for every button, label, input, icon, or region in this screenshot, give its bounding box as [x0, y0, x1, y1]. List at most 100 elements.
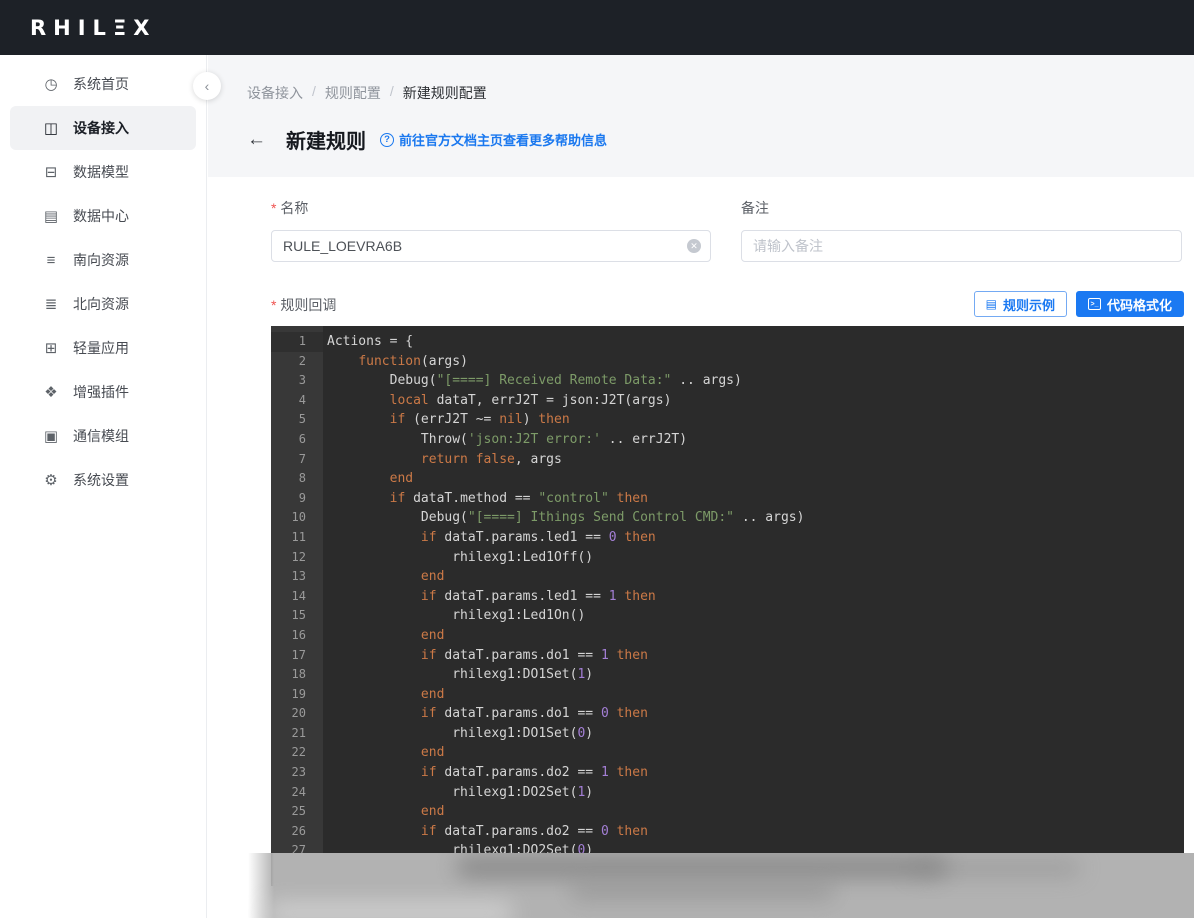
name-input-wrapper: ✕: [271, 230, 711, 262]
line-number: 21: [271, 724, 323, 744]
code-line: 19 end: [271, 685, 1184, 705]
code-line-content: end: [323, 469, 413, 489]
form-row: 名称 ✕ 备注: [271, 198, 1184, 262]
remark-input[interactable]: [753, 238, 1151, 254]
line-number: 17: [271, 646, 323, 666]
breadcrumb: 设备接入 / 规则配置 / 新建规则配置: [247, 83, 1194, 103]
terminal-icon: >_: [1088, 298, 1101, 310]
code-line: 22 end: [271, 743, 1184, 763]
sidebar-item-device-access[interactable]: ◫设备接入: [10, 106, 196, 150]
top-header: RHILΞX: [0, 0, 1194, 55]
breadcrumb-item[interactable]: 规则配置: [325, 83, 381, 103]
line-number: 28: [271, 861, 323, 881]
back-arrow-icon[interactable]: ←: [247, 129, 266, 151]
code-line: 5 if (errJ2T ~= nil) then: [271, 410, 1184, 430]
line-number: 2: [271, 352, 323, 372]
code-line: 18 rhilexg1:DO1Set(1): [271, 665, 1184, 685]
code-line-content: rhilexg1:DO1Set(0): [323, 724, 593, 744]
line-number: 22: [271, 743, 323, 763]
sidebar-item-plugin[interactable]: ❖增强插件: [10, 370, 196, 414]
code-line: 24 rhilexg1:DO2Set(1): [271, 783, 1184, 803]
sidebar-item-data-center[interactable]: ▤数据中心: [10, 194, 196, 238]
breadcrumb-item: 新建规则配置: [403, 83, 487, 103]
code-line-content: if dataT.params.do2 == 1 then: [323, 763, 648, 783]
code-line-content: Debug("[====] Received Remote Data:" .. …: [323, 371, 742, 391]
code-line-content: end: [323, 861, 444, 881]
code-line: 9 if dataT.method == "control" then: [271, 489, 1184, 509]
code-line: 16 end: [271, 626, 1184, 646]
sidebar-item-label: 设备接入: [73, 118, 129, 138]
brand-logo: RHILΞX: [30, 16, 156, 40]
code-line-content: local dataT, errJ2T = json:J2T(args): [323, 391, 671, 411]
line-number: 16: [271, 626, 323, 646]
code-format-button-label: 代码格式化: [1107, 295, 1172, 314]
data-model-icon: ⊟: [42, 163, 60, 181]
rule-example-button-label: 规则示例: [1003, 295, 1055, 314]
code-line-content: end: [323, 743, 444, 763]
clear-input-icon[interactable]: ✕: [687, 239, 701, 253]
sidebar-item-southbound-res[interactable]: ≡ 南向资源: [10, 238, 196, 282]
docs-help-link[interactable]: ? 前往官方文档主页查看更多帮助信息: [380, 130, 607, 149]
code-line-content: if dataT.params.do1 == 1 then: [323, 646, 648, 666]
southbound-res-icon: ≡: [42, 252, 60, 269]
code-line-content: if (errJ2T ~= nil) then: [323, 410, 570, 430]
sidebar-item-settings-gear[interactable]: ⚙系统设置: [10, 458, 196, 502]
editor-toolbar: ▤ 规则示例 >_ 代码格式化: [974, 291, 1184, 317]
rule-example-button[interactable]: ▤ 规则示例: [974, 291, 1067, 317]
code-line: 20 if dataT.params.do1 == 0 then: [271, 704, 1184, 724]
sidebar-item-comm-module[interactable]: ▣通信模组: [10, 414, 196, 458]
plugin-icon: ❖: [42, 383, 60, 401]
line-number: 8: [271, 469, 323, 489]
code-line: 3 Debug("[====] Received Remote Data:" .…: [271, 371, 1184, 391]
line-number: 20: [271, 704, 323, 724]
sidebar-item-lightweight-app[interactable]: ⊞轻量应用: [10, 326, 196, 370]
breadcrumb-item[interactable]: 设备接入: [247, 83, 303, 103]
title-row: ← 新建规则 ? 前往官方文档主页查看更多帮助信息: [247, 125, 1194, 154]
line-number: 14: [271, 587, 323, 607]
code-line-content: rhilexg1:Led1On(): [323, 606, 585, 626]
lua-code-editor[interactable]: 1Actions = {2 function(args)3 Debug("[==…: [271, 326, 1184, 886]
code-line-content: end: [323, 802, 444, 822]
code-line: 11 if dataT.params.led1 == 0 then: [271, 528, 1184, 548]
line-number: 24: [271, 783, 323, 803]
code-line: 6 Throw('json:J2T error:' .. errJ2T): [271, 430, 1184, 450]
code-line-content: rhilexg1:DO2Set(1): [323, 783, 593, 803]
name-field-group: 名称 ✕: [271, 198, 711, 262]
code-line: 4 local dataT, errJ2T = json:J2T(args): [271, 391, 1184, 411]
question-circle-icon: ?: [380, 133, 394, 147]
sidebar-item-northbound-res[interactable]: ≣北向资源: [10, 282, 196, 326]
code-line-content: Actions = {: [323, 332, 413, 352]
sidebar-item-data-model[interactable]: ⊟数据模型: [10, 150, 196, 194]
lightweight-app-icon: ⊞: [42, 339, 60, 357]
line-number: 26: [271, 822, 323, 842]
code-line-content: function(args): [323, 352, 468, 372]
breadcrumb-separator: /: [312, 83, 316, 103]
name-input[interactable]: [283, 238, 680, 254]
remark-field-group: 备注: [741, 198, 1182, 262]
code-line: 17 if dataT.params.do1 == 1 then: [271, 646, 1184, 666]
code-format-button[interactable]: >_ 代码格式化: [1076, 291, 1184, 317]
code-line: 25 end: [271, 802, 1184, 822]
code-line: 15 rhilexg1:Led1On(): [271, 606, 1184, 626]
line-number: 6: [271, 430, 323, 450]
code-line-content: end: [323, 567, 444, 587]
data-center-icon: ▤: [42, 207, 60, 225]
line-number: 15: [271, 606, 323, 626]
sidebar-item-label: 通信模组: [73, 426, 129, 446]
main-content: 设备接入 / 规则配置 / 新建规则配置 ← 新建规则 ? 前往官方文档主页查看更多帮助…: [208, 55, 1194, 918]
line-number: 7: [271, 450, 323, 470]
code-line-content: Debug("[====] Ithings Send Control CMD:"…: [323, 508, 804, 528]
line-number: 13: [271, 567, 323, 587]
sidebar-item-label: 南向资源: [73, 250, 129, 270]
app-root: RHILΞX ◷系统首页◫设备接入⊟数据模型▤数据中心 ≡ 南向资源 ≣北向资源⊞轻量…: [0, 0, 1194, 918]
sidebar-item-dashboard[interactable]: ◷系统首页: [10, 62, 196, 106]
page-header-section: 设备接入 / 规则配置 / 新建规则配置 ← 新建规则 ? 前往官方文档主页查看更多帮助…: [208, 55, 1194, 177]
line-number: 23: [271, 763, 323, 783]
dashboard-icon: ◷: [42, 75, 60, 93]
code-line-content: if dataT.method == "control" then: [323, 489, 648, 509]
breadcrumb-separator: /: [390, 83, 394, 103]
sidebar-collapse-button[interactable]: ‹: [193, 72, 221, 100]
line-number: 1: [271, 332, 323, 352]
sidebar-item-label: 系统设置: [73, 470, 129, 490]
line-number: 4: [271, 391, 323, 411]
